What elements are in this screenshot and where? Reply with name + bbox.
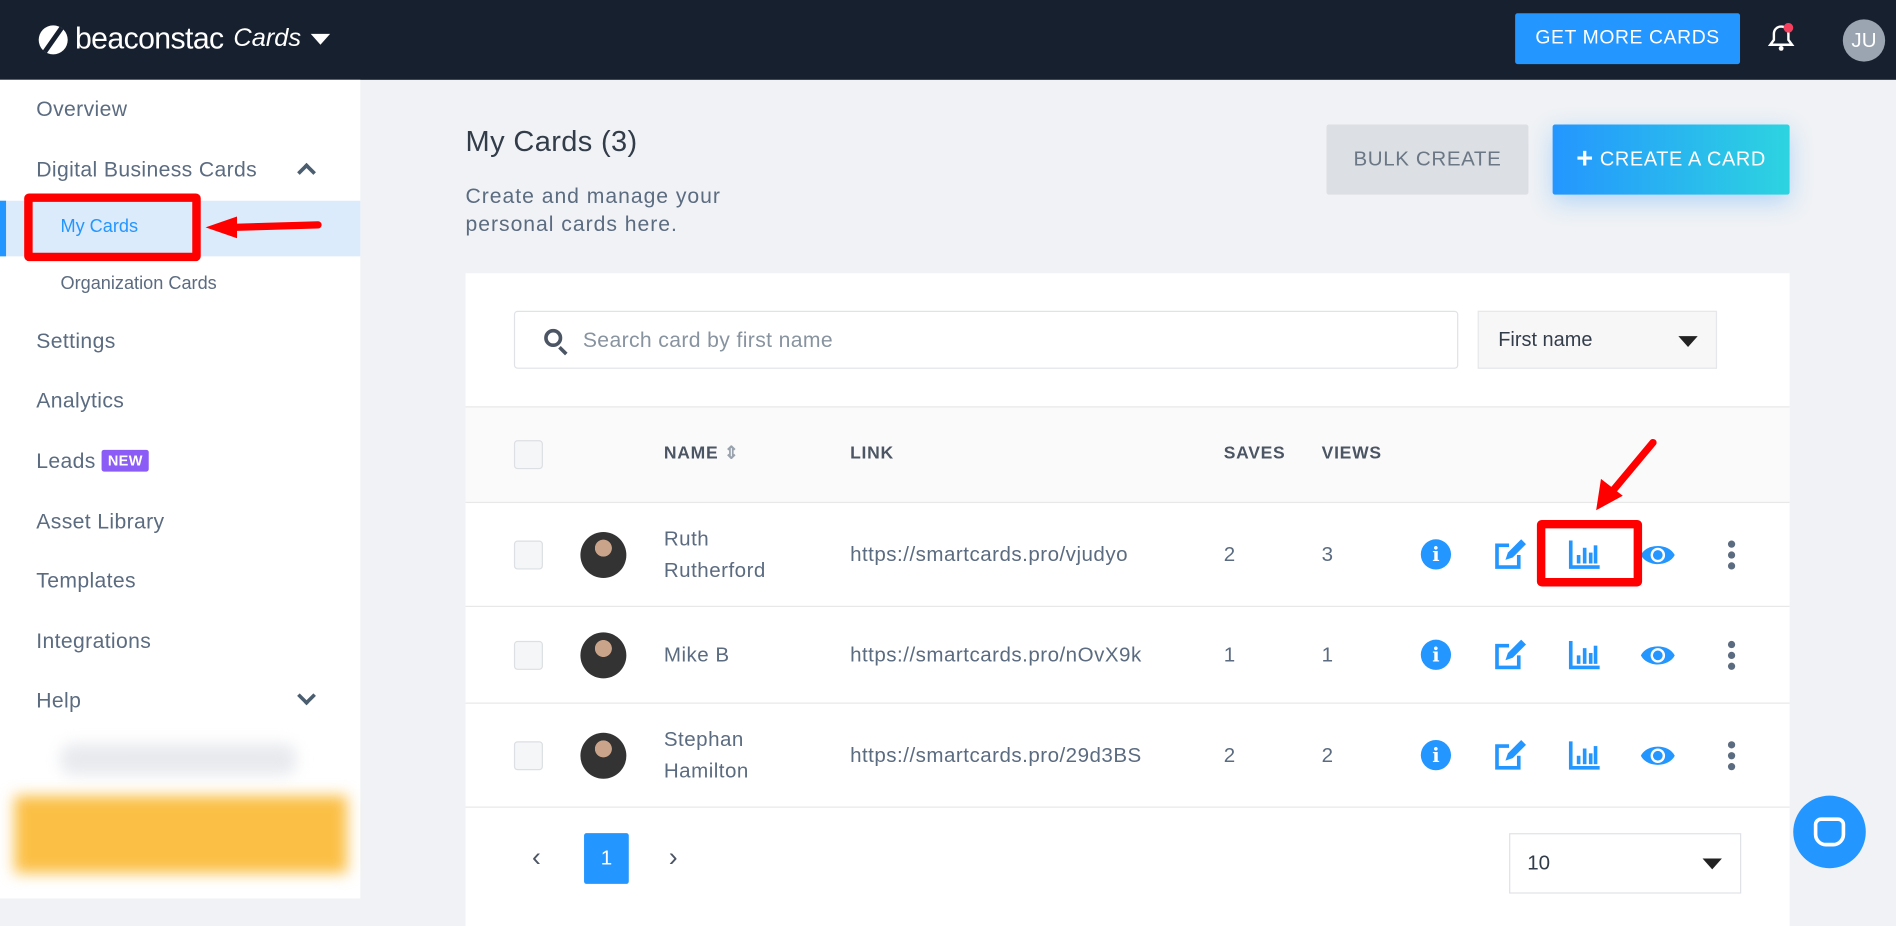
- chat-widget-button[interactable]: [1793, 795, 1866, 869]
- edit-icon[interactable]: [1492, 539, 1527, 570]
- more-options-icon[interactable]: [1727, 741, 1736, 771]
- annotation-box-my-cards: [24, 193, 201, 262]
- card-link[interactable]: https://smartcards.pro/vjudyo: [850, 539, 1128, 570]
- card-name[interactable]: Ruth Rutherford: [664, 524, 797, 587]
- beaconstac-logo-icon: [38, 24, 68, 54]
- views-count: 1: [1321, 643, 1334, 667]
- avatar: [580, 632, 627, 679]
- row-checkbox[interactable]: [513, 640, 543, 670]
- sidebar-item-asset-library[interactable]: Asset Library: [36, 509, 164, 534]
- sidebar-item-integrations[interactable]: Integrations: [36, 629, 151, 654]
- edit-icon[interactable]: [1492, 740, 1527, 771]
- page-subtitle: Create and manage your personal cards he…: [465, 183, 721, 236]
- analytics-icon[interactable]: [1568, 741, 1600, 770]
- card-name[interactable]: Mike B: [664, 640, 797, 671]
- saves-count: 2: [1223, 743, 1236, 767]
- blurred-upgrade-button[interactable]: [14, 795, 348, 874]
- row-checkbox[interactable]: [513, 540, 543, 570]
- column-link: LINK: [850, 443, 894, 464]
- views-count: 2: [1321, 743, 1334, 767]
- brand-logo[interactable]: beaconstac: [38, 22, 224, 57]
- column-name[interactable]: NAME ⇕: [664, 444, 740, 463]
- card-link[interactable]: https://smartcards.pro/29d3BS: [850, 740, 1142, 771]
- sidebar-item-help[interactable]: Help: [36, 688, 81, 713]
- create-card-button[interactable]: + CREATE A CARD: [1552, 124, 1790, 195]
- caret-down-icon: [1702, 858, 1722, 870]
- preview-eye-icon[interactable]: [1640, 543, 1676, 567]
- analytics-icon[interactable]: [1568, 640, 1600, 670]
- more-options-icon[interactable]: [1727, 640, 1736, 670]
- preview-eye-icon[interactable]: [1640, 744, 1676, 768]
- more-options-icon[interactable]: [1727, 540, 1736, 570]
- sidebar-item-settings[interactable]: Settings: [36, 329, 115, 354]
- product-switcher[interactable]: Cards: [233, 24, 331, 53]
- get-more-cards-button[interactable]: GET MORE CARDS: [1515, 13, 1741, 65]
- sidebar-item-organization-cards[interactable]: Organization Cards: [60, 273, 216, 294]
- edit-icon[interactable]: [1492, 639, 1527, 671]
- prev-page-icon[interactable]: ‹: [532, 842, 541, 873]
- annotation-arrow-left: [205, 216, 322, 239]
- card-link[interactable]: https://smartcards.pro/nOvX9k: [850, 640, 1142, 671]
- new-badge: NEW: [101, 449, 149, 472]
- select-all-checkbox[interactable]: [513, 440, 543, 470]
- active-indicator: [0, 200, 7, 257]
- bell-icon[interactable]: [1767, 22, 1795, 52]
- user-avatar[interactable]: JU: [1842, 19, 1886, 62]
- avatar: [580, 532, 627, 578]
- info-icon[interactable]: i: [1420, 740, 1452, 771]
- cards-panel: Search card by first name First name NAM…: [465, 273, 1790, 926]
- caret-down-icon: [310, 33, 331, 45]
- sidebar-item-templates[interactable]: Templates: [36, 568, 136, 593]
- sort-select[interactable]: First name: [1477, 310, 1718, 369]
- next-page-icon[interactable]: ›: [669, 842, 678, 873]
- saves-count: 1: [1223, 643, 1236, 667]
- sidebar-item-leads[interactable]: Leads NEW: [36, 449, 149, 474]
- plus-icon: +: [1576, 142, 1594, 176]
- sidebar-item-analytics[interactable]: Analytics: [36, 388, 124, 413]
- page-1-button[interactable]: 1: [584, 833, 629, 884]
- info-icon[interactable]: i: [1420, 639, 1452, 670]
- page-title: My Cards (3): [465, 125, 638, 159]
- chat-icon: [1813, 817, 1846, 847]
- sidebar-item-digital-business-cards[interactable]: Digital Business Cards: [36, 157, 257, 182]
- sort-icon: ⇕: [723, 443, 740, 464]
- table-row: Mike B https://smartcards.pro/nOvX9k 1 1…: [465, 607, 1790, 704]
- avatar: [580, 732, 627, 779]
- sidebar-item-overview[interactable]: Overview: [36, 97, 127, 122]
- per-page-select[interactable]: 10: [1509, 833, 1742, 894]
- blurred-item: [60, 743, 297, 776]
- top-bar: beaconstac Cards GET MORE CARDS JU: [0, 0, 1896, 80]
- caret-down-icon: [1678, 336, 1698, 348]
- search-input[interactable]: Search card by first name: [513, 310, 1459, 369]
- table-row: Stephan Hamilton https://smartcards.pro/…: [465, 704, 1790, 808]
- search-icon: [544, 328, 563, 348]
- info-icon[interactable]: i: [1420, 539, 1452, 570]
- annotation-arrow-down: [1596, 438, 1657, 511]
- card-name[interactable]: Stephan Hamilton: [664, 724, 797, 787]
- row-checkbox[interactable]: [513, 741, 543, 771]
- bulk-create-button[interactable]: BULK CREATE: [1326, 124, 1529, 195]
- views-count: 3: [1321, 542, 1334, 566]
- column-views: VIEWS: [1321, 443, 1382, 464]
- saves-count: 2: [1223, 542, 1236, 566]
- preview-eye-icon[interactable]: [1640, 643, 1676, 667]
- annotation-box-analytics: [1536, 519, 1643, 587]
- column-saves: SAVES: [1223, 443, 1286, 464]
